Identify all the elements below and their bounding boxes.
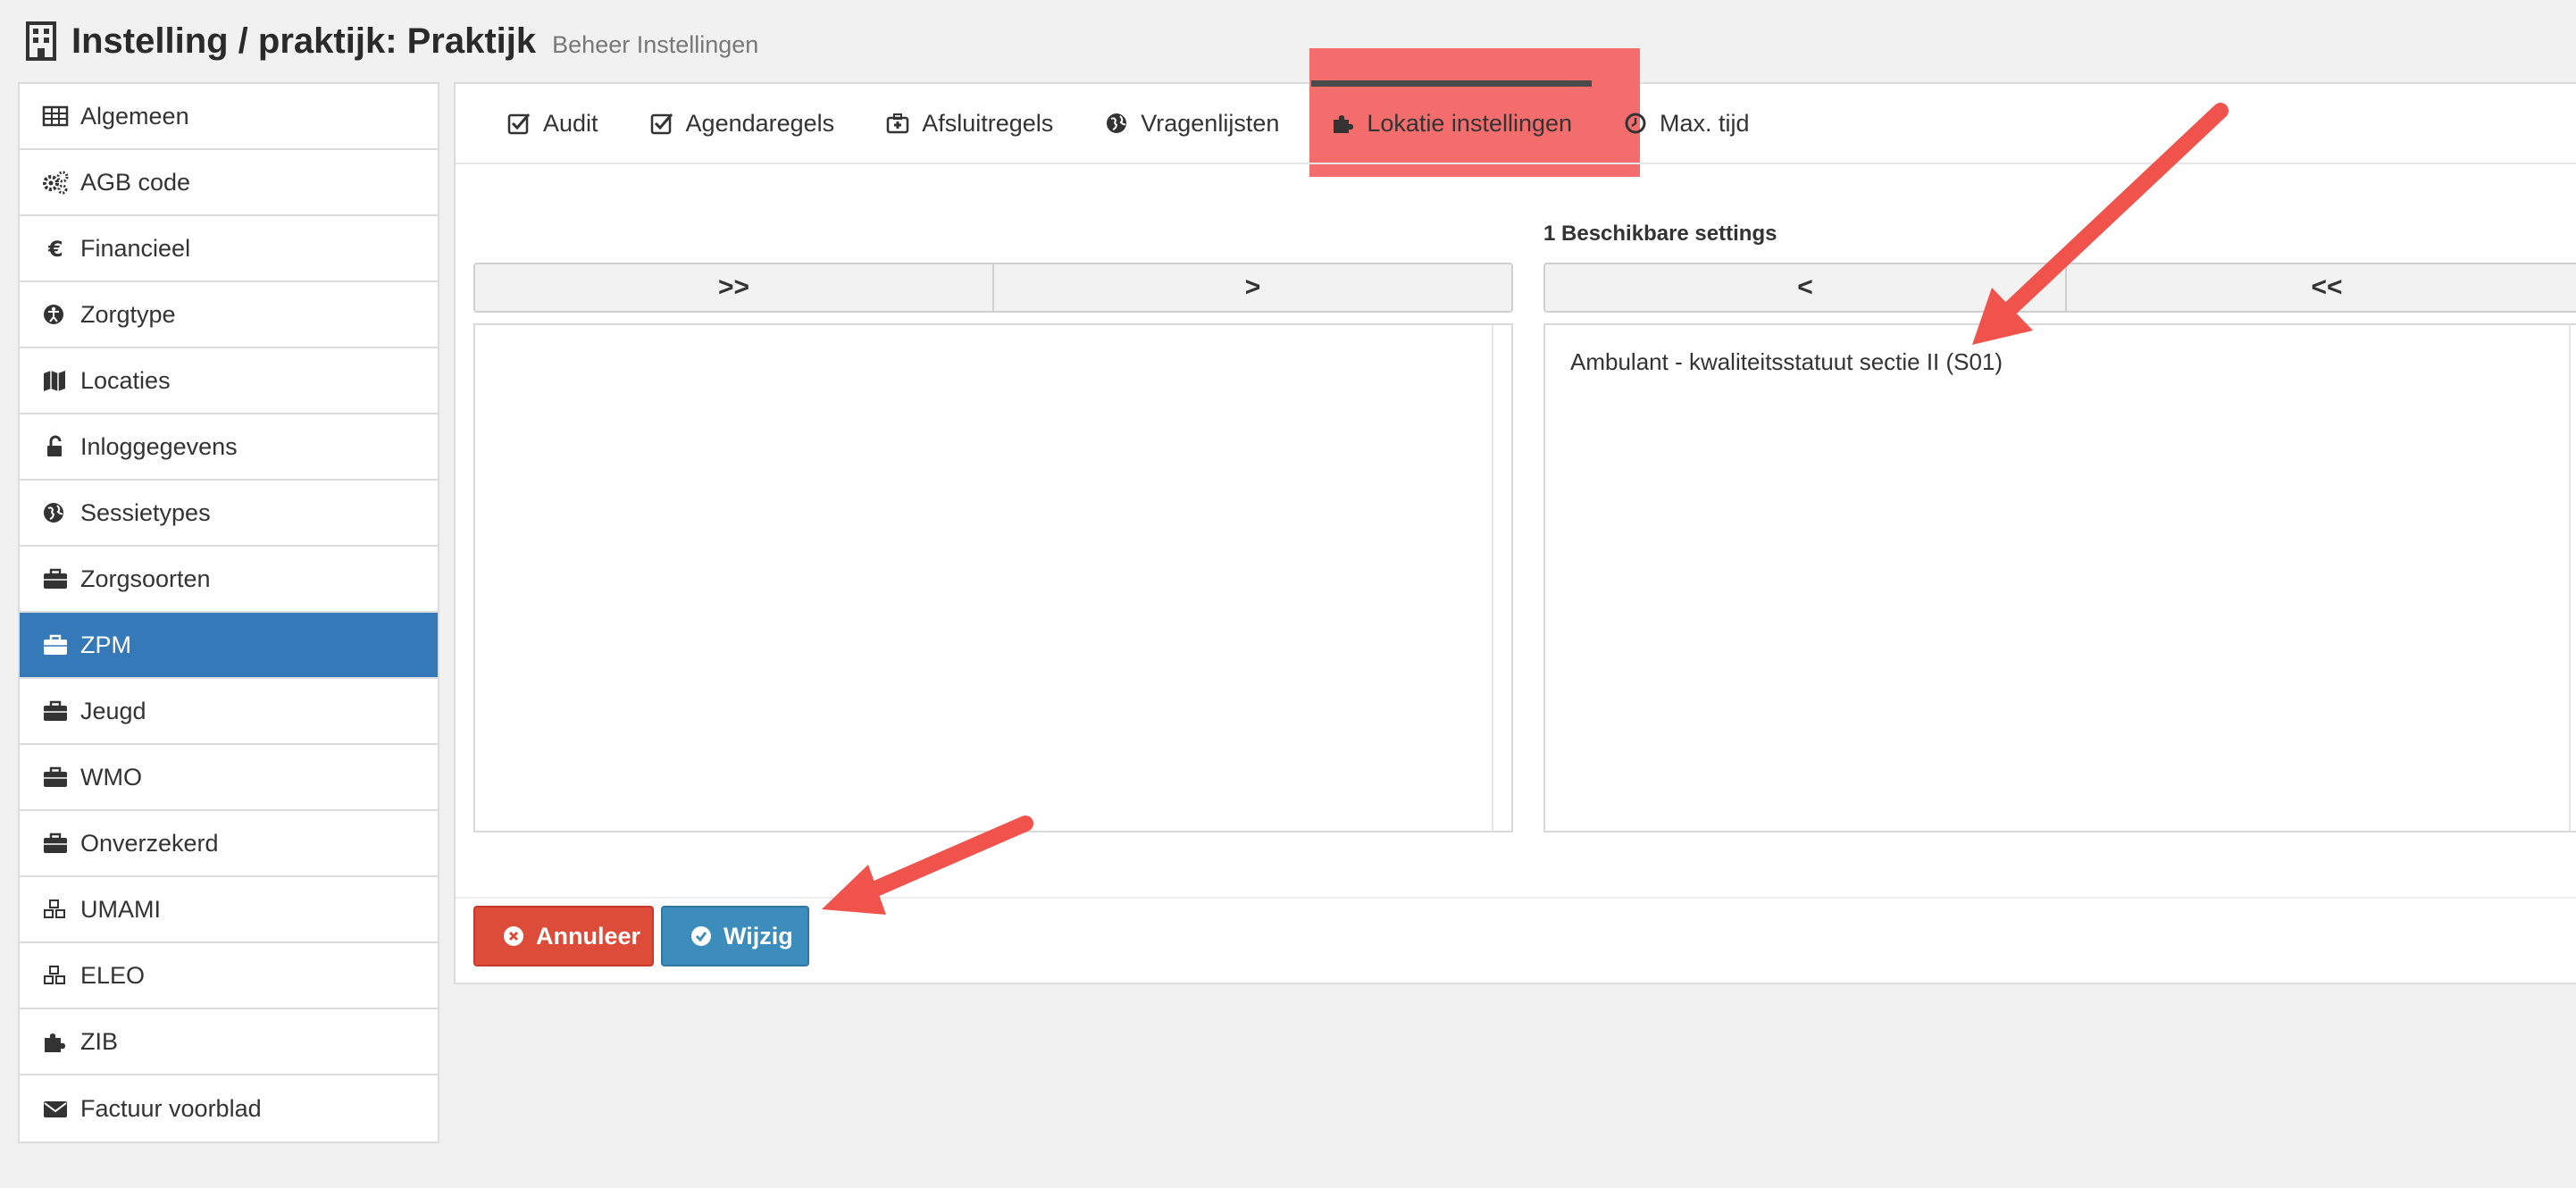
sidebar-item-label: Inloggegevens xyxy=(80,432,238,460)
globe-icon xyxy=(44,503,63,523)
save-button[interactable]: Wijzig xyxy=(661,906,809,966)
selected-move-buttons: >> > xyxy=(473,263,1513,313)
cancel-button[interactable]: Annuleer xyxy=(473,906,654,966)
tab-audit[interactable]: Audit xyxy=(488,84,618,163)
briefcase-icon xyxy=(44,766,67,787)
sidebar-item-label: ZIB xyxy=(80,1027,119,1055)
check-square-icon xyxy=(650,113,673,135)
tab-label: Vragenlijsten xyxy=(1141,109,1280,137)
sidebar-item-financieel[interactable]: € Financieel xyxy=(20,216,438,282)
puzzle-icon xyxy=(45,1033,65,1052)
available-move-buttons: < << xyxy=(1543,263,2576,313)
unlock-icon xyxy=(47,435,62,456)
briefcase-icon xyxy=(44,700,67,721)
briefcase-icon xyxy=(44,634,67,655)
sidebar-item-algemeen[interactable]: Algemeen xyxy=(20,84,438,150)
sidebar-item-label: Zorgtype xyxy=(80,300,176,328)
tab-label: Afsluitregels xyxy=(922,109,1054,137)
page-subtitle: Beheer Instellingen xyxy=(552,30,759,58)
envelope-icon xyxy=(44,1101,67,1117)
sidebar-item-label: Locaties xyxy=(80,366,171,394)
building-icon xyxy=(26,21,56,61)
scrollbar[interactable] xyxy=(1492,325,1511,831)
medkit-icon xyxy=(886,113,909,134)
move-all-left-button[interactable]: << xyxy=(2065,264,2576,311)
euro-icon: € xyxy=(47,237,63,261)
sidebar-item-label: Financieel xyxy=(80,234,191,262)
tab-label: Max. tijd xyxy=(1660,109,1750,137)
tab-bar: Audit Agendaregels Afsluitregels Vragenl… xyxy=(456,80,2576,164)
sidebar-item-locaties[interactable]: Locaties xyxy=(20,348,438,414)
sidebar-item-sessietypes[interactable]: Sessietypes xyxy=(20,481,438,547)
sidebar-item-label: Sessietypes xyxy=(80,498,211,526)
globe-icon xyxy=(1107,113,1127,133)
settings-sidebar: Algemeen AGB code € Financieel Zorgtype … xyxy=(18,82,439,1143)
sidebar-item-label: Onverzekerd xyxy=(80,829,219,857)
sidebar-item-label: WMO xyxy=(80,763,142,791)
map-icon xyxy=(44,371,65,391)
sidebar-item-agb-code[interactable]: AGB code xyxy=(20,150,438,216)
move-right-button[interactable]: > xyxy=(992,264,1511,311)
gears-icon xyxy=(43,171,69,195)
cancel-button-label: Annuleer xyxy=(536,922,641,950)
tab-label: Lokatie instellingen xyxy=(1367,109,1573,137)
sidebar-item-jeugd[interactable]: Jeugd xyxy=(20,679,438,745)
cubes-icon xyxy=(44,966,65,984)
tab-lokatie-instellingen[interactable]: Lokatie instellingen xyxy=(1311,80,1592,163)
sidebar-item-onverzekerd[interactable]: Onverzekerd xyxy=(20,811,438,877)
svg-text:€: € xyxy=(47,237,63,261)
available-settings-label: 1 Beschikbare settings xyxy=(1543,222,1777,246)
selected-settings-list[interactable] xyxy=(473,323,1513,832)
sidebar-item-zorgtype[interactable]: Zorgtype xyxy=(20,282,438,348)
briefcase-icon xyxy=(44,832,67,853)
check-square-icon xyxy=(507,113,531,135)
cubes-icon xyxy=(44,899,65,918)
save-button-label: Wijzig xyxy=(723,922,793,950)
sidebar-item-label: UMAMI xyxy=(80,895,161,923)
sidebar-item-inloggegevens[interactable]: Inloggegevens xyxy=(20,414,438,481)
tab-max-tijd[interactable]: Max. tijd xyxy=(1604,84,1769,163)
tab-label: Audit xyxy=(543,109,598,137)
tab-vragenlijsten[interactable]: Vragenlijsten xyxy=(1085,84,1299,163)
accessibility-icon xyxy=(44,305,63,324)
tab-label: Agendaregels xyxy=(685,109,835,137)
scrollbar[interactable] xyxy=(2569,325,2576,831)
page-header: Instelling / praktijk: Praktijk Beheer I… xyxy=(25,16,758,66)
footer-divider xyxy=(456,897,2576,899)
sidebar-item-label: ZPM xyxy=(80,631,131,658)
move-left-button[interactable]: < xyxy=(1545,264,2065,311)
sidebar-item-label: Algemeen xyxy=(80,102,189,130)
briefcase-icon xyxy=(44,568,67,589)
sidebar-item-label: Factuur voorblad xyxy=(80,1094,262,1122)
clock-icon xyxy=(1625,113,1646,134)
page-title: Instelling / praktijk: Praktijk xyxy=(71,21,537,61)
sidebar-item-label: AGB code xyxy=(80,168,191,196)
settings-panel: Audit Agendaregels Afsluitregels Vragenl… xyxy=(454,48,2576,984)
sidebar-item-label: Jeugd xyxy=(80,697,146,724)
sidebar-item-zorgsoorten[interactable]: Zorgsoorten xyxy=(20,547,438,613)
sidebar-item-zib[interactable]: ZIB xyxy=(20,1009,438,1075)
sidebar-item-zpm[interactable]: ZPM xyxy=(20,613,438,679)
check-circle-icon xyxy=(691,926,711,946)
sidebar-item-factuur-voorblad[interactable]: Factuur voorblad xyxy=(20,1075,438,1142)
sidebar-item-label: ELEO xyxy=(80,961,146,989)
sidebar-item-eleo[interactable]: ELEO xyxy=(20,943,438,1009)
list-item[interactable]: Ambulant - kwaliteitsstatuut sectie II (… xyxy=(1545,325,2576,376)
available-settings-list[interactable]: Ambulant - kwaliteitsstatuut sectie II (… xyxy=(1543,323,2576,832)
sidebar-item-umami[interactable]: UMAMI xyxy=(20,877,438,943)
puzzle-icon xyxy=(1334,115,1354,133)
tab-agendaregels[interactable]: Agendaregels xyxy=(631,84,855,163)
sidebar-item-wmo[interactable]: WMO xyxy=(20,745,438,811)
tab-afsluitregels[interactable]: Afsluitregels xyxy=(866,84,1073,163)
times-circle-icon xyxy=(504,926,523,946)
move-all-right-button[interactable]: >> xyxy=(475,264,992,311)
table-icon xyxy=(42,105,69,127)
sidebar-item-label: Zorgsoorten xyxy=(80,565,211,592)
